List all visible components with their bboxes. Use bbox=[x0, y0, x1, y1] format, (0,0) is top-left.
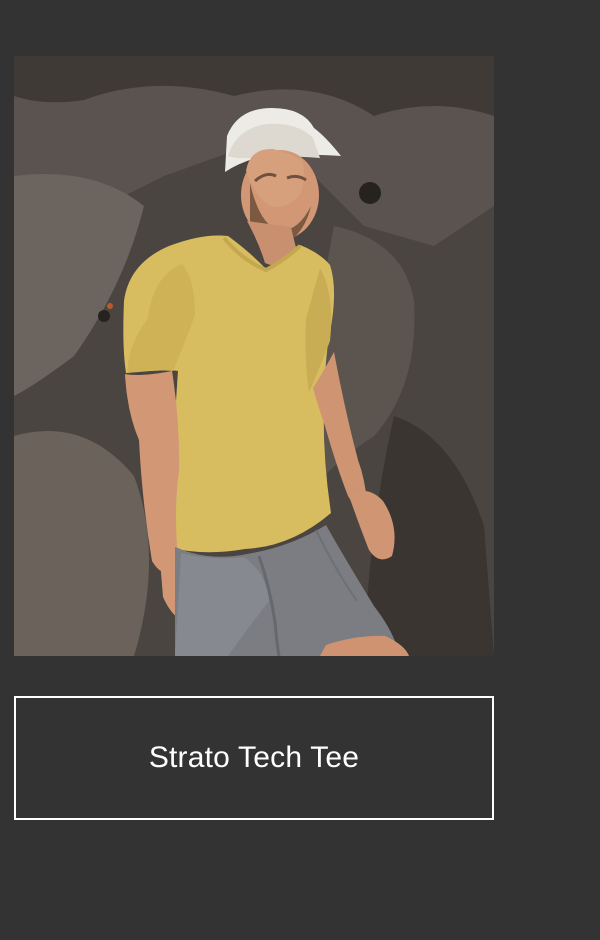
product-card-page: Strato Tech Tee bbox=[0, 0, 600, 940]
product-title-button[interactable]: Strato Tech Tee bbox=[14, 696, 494, 820]
product-image[interactable] bbox=[14, 56, 494, 656]
product-photo bbox=[14, 56, 494, 656]
product-title-label: Strato Tech Tee bbox=[148, 741, 360, 774]
